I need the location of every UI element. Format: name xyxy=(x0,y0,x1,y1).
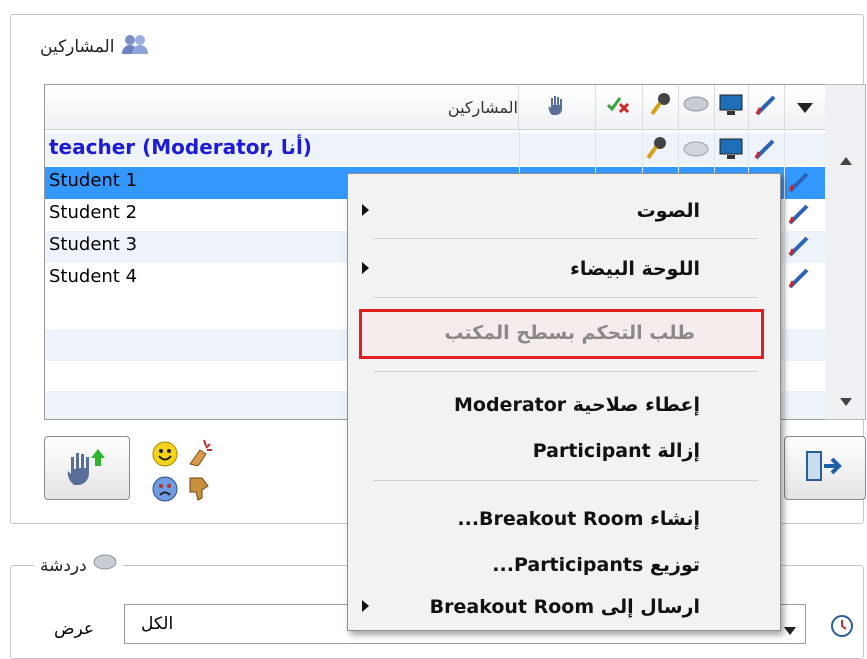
menu-item-request-desktop-control[interactable]: طلب التحكم بسطح المكتب xyxy=(359,309,764,359)
menu-item-remove-participant[interactable]: إزالة Participant xyxy=(348,432,780,472)
menu-item-audio[interactable]: الصوت xyxy=(348,192,780,232)
menu-separator xyxy=(373,297,758,298)
view-label: عرض xyxy=(54,619,95,639)
sad-face-icon[interactable] xyxy=(152,476,178,507)
chevron-down-icon[interactable] xyxy=(797,97,813,118)
view-select-value: الكل xyxy=(141,614,174,634)
submenu-arrow-icon xyxy=(362,600,369,612)
pen-icon[interactable] xyxy=(787,266,811,295)
raise-hand-button[interactable] xyxy=(44,436,130,500)
participant-name: teacher (Moderator, أنا) xyxy=(49,135,312,159)
pen-icon[interactable] xyxy=(787,234,811,263)
leave-room-button[interactable] xyxy=(784,436,866,500)
raise-hand-icon xyxy=(64,445,110,492)
users-icon xyxy=(120,33,150,60)
monitor-icon[interactable] xyxy=(718,137,744,166)
chat-legend: دردشة xyxy=(34,554,123,577)
menu-separator xyxy=(373,480,758,481)
menu-item-distribute-participants[interactable]: توزيع Participants... xyxy=(348,546,780,586)
clapping-hands-icon[interactable] xyxy=(186,438,214,471)
menu-item-grant-moderator[interactable]: إعطاء صلاحية Moderator xyxy=(348,386,780,426)
chat-title: دردشة xyxy=(40,555,87,576)
participants-legend: المشاركين xyxy=(34,33,157,60)
smiley-icon[interactable] xyxy=(152,441,178,472)
participant-name: Student 1 xyxy=(49,170,138,191)
pen-icon[interactable] xyxy=(753,137,777,166)
thumbs-down-icon[interactable] xyxy=(186,474,212,507)
pen-icon[interactable] xyxy=(787,170,811,199)
table-scrollbar[interactable] xyxy=(825,84,866,420)
pen-icon[interactable] xyxy=(787,202,811,231)
clock-icon[interactable] xyxy=(830,614,854,643)
microphone-icon[interactable] xyxy=(649,92,671,123)
exit-door-icon xyxy=(804,449,846,488)
microphone-icon[interactable] xyxy=(645,136,667,167)
chat-bubble-icon[interactable] xyxy=(683,141,709,164)
scroll-down-arrow-icon[interactable] xyxy=(840,390,852,411)
chevron-down-icon[interactable] xyxy=(784,619,796,640)
submenu-arrow-icon xyxy=(362,204,369,216)
chat-bubble-icon[interactable] xyxy=(683,96,709,119)
menu-item-whiteboard[interactable]: اللوحة البيضاء xyxy=(348,250,780,290)
menu-separator xyxy=(373,238,758,239)
participant-name: Student 2 xyxy=(49,202,138,223)
menu-item-send-to-breakout-room[interactable]: ارسال إلى Breakout Room xyxy=(348,588,780,628)
column-header-participants[interactable]: المشاركين xyxy=(448,98,518,117)
menu-item-create-breakout-room[interactable]: إنشاء Breakout Room... xyxy=(348,500,780,540)
participant-name: Student 3 xyxy=(49,234,138,255)
chat-bubble-icon xyxy=(93,554,117,577)
table-row[interactable]: teacher (Moderator, أنا) xyxy=(45,133,826,165)
pen-icon[interactable] xyxy=(754,93,778,122)
raise-hand-icon[interactable] xyxy=(545,93,569,122)
table-header: المشاركين xyxy=(45,85,826,130)
scroll-up-arrow-icon[interactable] xyxy=(840,149,852,170)
submenu-arrow-icon xyxy=(362,262,369,274)
participants-title: المشاركين xyxy=(40,36,115,57)
menu-separator xyxy=(373,371,758,372)
participant-name: Student 4 xyxy=(49,266,138,287)
mute-icon[interactable] xyxy=(606,95,632,120)
context-menu: الصوت اللوحة البيضاء طلب التحكم بسطح الم… xyxy=(347,173,781,631)
monitor-icon[interactable] xyxy=(718,93,744,122)
